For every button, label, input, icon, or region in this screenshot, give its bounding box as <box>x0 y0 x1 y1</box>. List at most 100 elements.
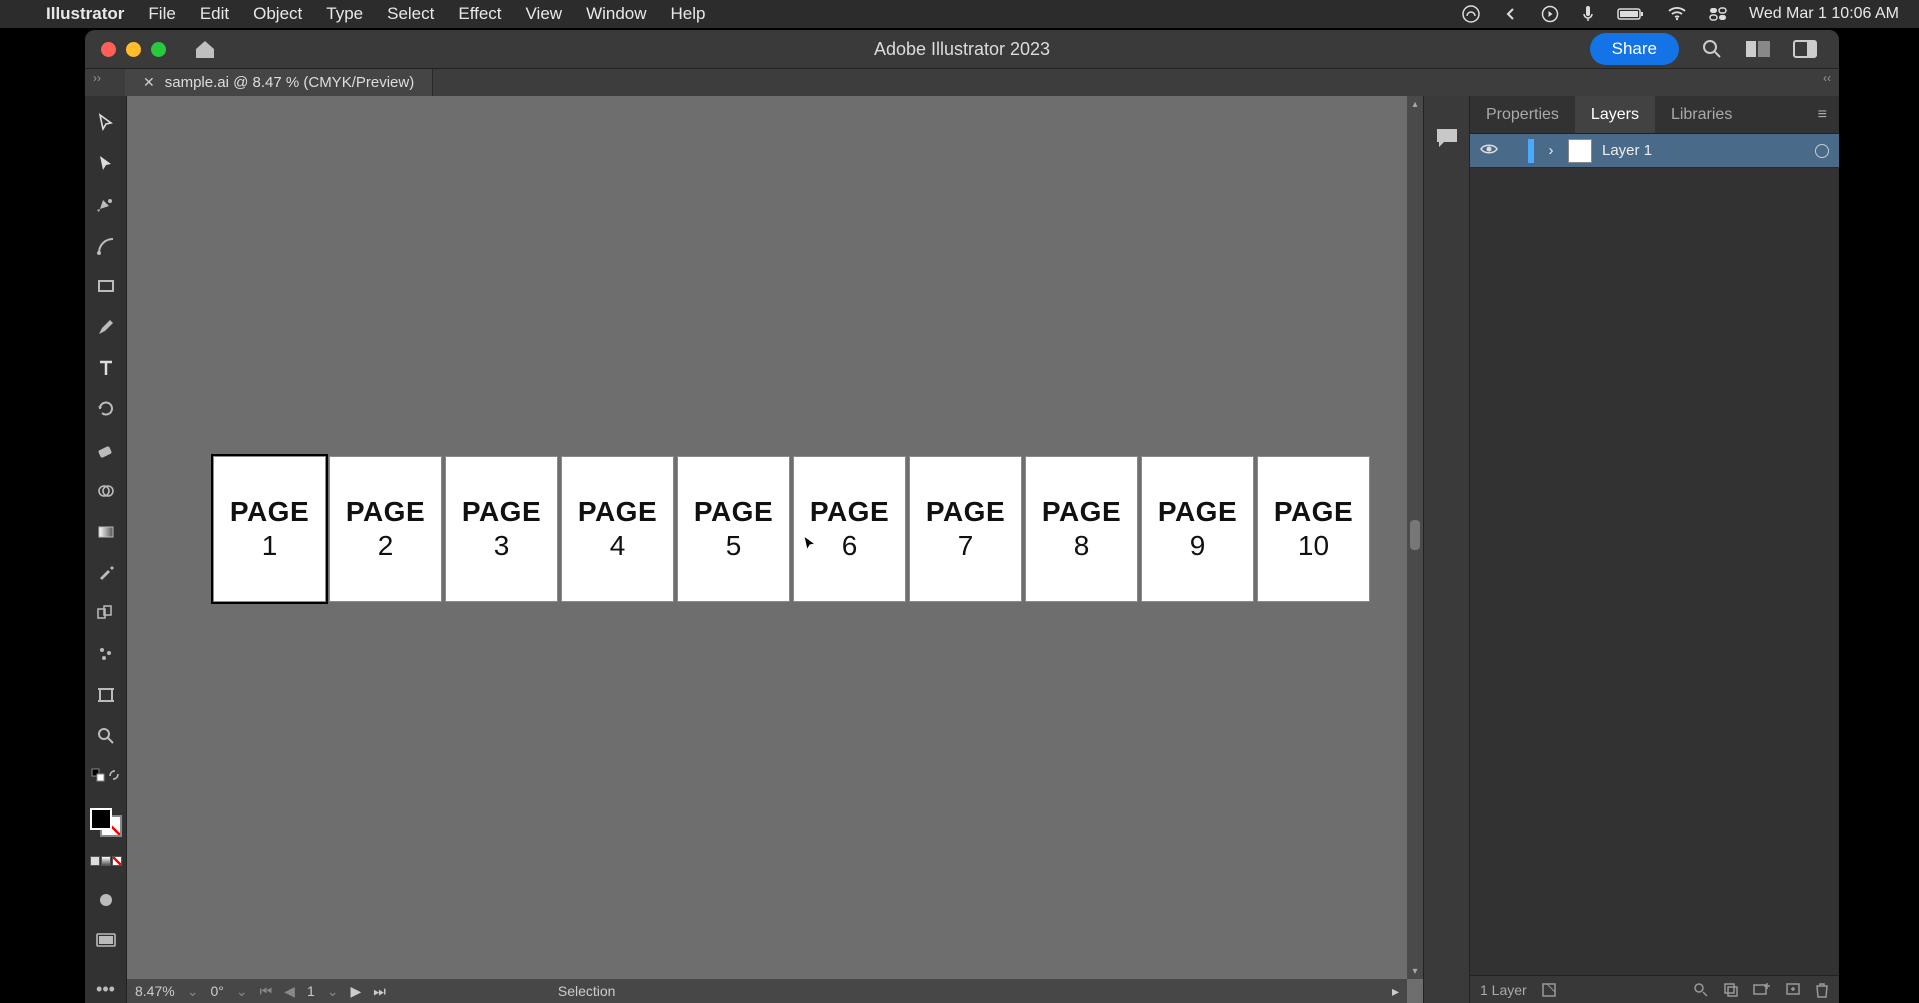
menu-file[interactable]: File <box>148 4 175 24</box>
make-clipping-mask-icon[interactable] <box>1723 982 1739 998</box>
layer-search-icon[interactable] <box>1693 982 1709 998</box>
arrange-documents-icon[interactable] <box>1745 39 1771 59</box>
search-icon[interactable] <box>1701 38 1723 60</box>
layer-visibility-icon[interactable] <box>1480 142 1498 159</box>
zoom-dropdown-chevron-icon[interactable]: ⌄ <box>187 983 199 1000</box>
swap-fill-stroke-icon[interactable] <box>107 768 121 787</box>
artboard-nav-value[interactable]: 1 <box>307 983 315 999</box>
fill-stroke-indicator[interactable] <box>90 808 122 838</box>
direct-selection-tool[interactable] <box>92 151 120 177</box>
scroll-down-arrow-icon[interactable]: ▾ <box>1407 963 1423 979</box>
locate-object-icon[interactable] <box>1541 982 1557 998</box>
app-title: Adobe Illustrator 2023 <box>874 39 1050 60</box>
layer-disclosure-icon[interactable]: › <box>1544 142 1558 159</box>
menu-help[interactable]: Help <box>671 4 706 24</box>
draw-mode-normal-icon[interactable] <box>92 887 120 913</box>
artboard-nav-last-icon[interactable]: ⏭ <box>373 983 386 1000</box>
tab-layers[interactable]: Layers <box>1575 96 1655 133</box>
artboard[interactable]: PAGE8 <box>1025 456 1138 602</box>
symbol-sprayer-tool[interactable] <box>92 641 120 667</box>
artboard[interactable]: PAGE7 <box>909 456 1022 602</box>
scroll-up-arrow-icon[interactable]: ▴ <box>1407 96 1423 112</box>
menu-window[interactable]: Window <box>586 4 646 24</box>
zoom-window-button[interactable] <box>151 42 166 57</box>
screen-mode-icon[interactable] <box>92 928 120 954</box>
fill-swatch[interactable] <box>90 808 112 830</box>
layer-target-icon[interactable] <box>1815 144 1829 158</box>
tab-libraries[interactable]: Libraries <box>1655 96 1748 133</box>
selection-tool[interactable] <box>92 110 120 136</box>
play-status-icon[interactable] <box>1541 5 1559 23</box>
menu-edit[interactable]: Edit <box>200 4 229 24</box>
default-fill-stroke-icon[interactable] <box>91 768 105 787</box>
back-nav-icon[interactable] <box>1503 6 1519 22</box>
menu-effect[interactable]: Effect <box>458 4 501 24</box>
artboard-nav-first-icon[interactable]: ⏮ <box>260 983 273 1000</box>
panel-menu-icon[interactable]: ≡ <box>1806 106 1839 124</box>
new-layer-icon[interactable] <box>1785 982 1801 998</box>
canvas-area[interactable]: PAGE1PAGE2PAGE3PAGE4PAGE5PAGE6PAGE7PAGE8… <box>127 96 1423 1003</box>
layer-name[interactable]: Layer 1 <box>1602 142 1652 159</box>
gradient-tool[interactable] <box>92 519 120 545</box>
scroll-thumb[interactable] <box>1410 520 1420 550</box>
rotate-view-value[interactable]: 0° <box>210 983 223 999</box>
expand-toolbar-chevron-icon[interactable]: ›› <box>93 71 101 85</box>
zoom-level[interactable]: 8.47% <box>135 983 175 999</box>
artboard[interactable]: PAGE5 <box>677 456 790 602</box>
artboard-nav-prev-icon[interactable]: ◀ <box>284 983 295 1000</box>
menu-type[interactable]: Type <box>326 4 363 24</box>
artboard[interactable]: PAGE2 <box>329 456 442 602</box>
zoom-tool[interactable] <box>92 723 120 749</box>
paintbrush-tool[interactable] <box>92 314 120 340</box>
artboard-nav-dropdown-icon[interactable]: ⌄ <box>327 983 339 1000</box>
battery-status-icon[interactable] <box>1617 7 1645 21</box>
rotate-tool[interactable] <box>92 396 120 422</box>
wifi-status-icon[interactable] <box>1667 6 1687 22</box>
artboard[interactable]: PAGE3 <box>445 456 558 602</box>
minimize-window-button[interactable] <box>126 42 141 57</box>
share-button[interactable]: Share <box>1590 33 1679 65</box>
type-tool[interactable] <box>92 355 120 381</box>
artboard[interactable]: PAGE9 <box>1141 456 1254 602</box>
artboard[interactable]: PAGE4 <box>561 456 674 602</box>
artboard[interactable]: PAGE1 <box>213 456 326 602</box>
document-tab[interactable]: ✕ sample.ai @ 8.47 % (CMYK/Preview) <box>125 69 433 96</box>
layer-count-label: 1 Layer <box>1480 982 1527 998</box>
mic-status-icon[interactable] <box>1581 5 1595 23</box>
vertical-scrollbar[interactable]: ▴ ▾ <box>1407 96 1423 979</box>
menu-object[interactable]: Object <box>253 4 302 24</box>
creative-cloud-status-icon[interactable] <box>1461 4 1481 24</box>
close-window-button[interactable] <box>101 42 116 57</box>
curvature-tool[interactable] <box>92 233 120 259</box>
status-dropdown-icon[interactable]: ▸ <box>1392 983 1399 1000</box>
new-sublayer-icon[interactable] <box>1753 982 1771 998</box>
rotate-dropdown-chevron-icon[interactable]: ⌄ <box>236 983 248 1000</box>
pen-tool[interactable] <box>92 192 120 218</box>
artboard[interactable]: PAGE6 <box>793 456 906 602</box>
delete-layer-icon[interactable] <box>1815 982 1829 998</box>
shape-builder-tool[interactable] <box>92 478 120 504</box>
layer-row[interactable]: › Layer 1 <box>1470 134 1839 168</box>
app-menu[interactable]: Illustrator <box>46 4 124 24</box>
color-mode-gradient[interactable] <box>101 856 111 866</box>
menu-select[interactable]: Select <box>387 4 434 24</box>
color-mode-none[interactable] <box>112 856 122 866</box>
menu-view[interactable]: View <box>526 4 563 24</box>
rectangle-tool[interactable] <box>92 273 120 299</box>
artboard-nav-next-icon[interactable]: ▶ <box>350 983 361 1000</box>
eraser-tool[interactable] <box>92 437 120 463</box>
edit-toolbar-icon[interactable]: ••• <box>92 977 120 1003</box>
eyedropper-tool[interactable] <box>92 559 120 585</box>
control-center-icon[interactable] <box>1709 7 1727 21</box>
color-mode-solid[interactable] <box>90 856 100 866</box>
home-button[interactable] <box>192 37 218 61</box>
blend-tool[interactable] <box>92 600 120 626</box>
comments-panel-icon[interactable] <box>1434 126 1460 150</box>
menubar-clock[interactable]: Wed Mar 1 10:06 AM <box>1749 5 1899 23</box>
collapse-panels-chevron-icon[interactable]: ‹‹ <box>1823 71 1831 85</box>
workspace-switcher-icon[interactable] <box>1793 39 1817 59</box>
tab-properties[interactable]: Properties <box>1470 96 1575 133</box>
artboard-tool[interactable] <box>92 682 120 708</box>
close-tab-icon[interactable]: ✕ <box>143 74 155 91</box>
artboard[interactable]: PAGE10 <box>1257 456 1370 602</box>
